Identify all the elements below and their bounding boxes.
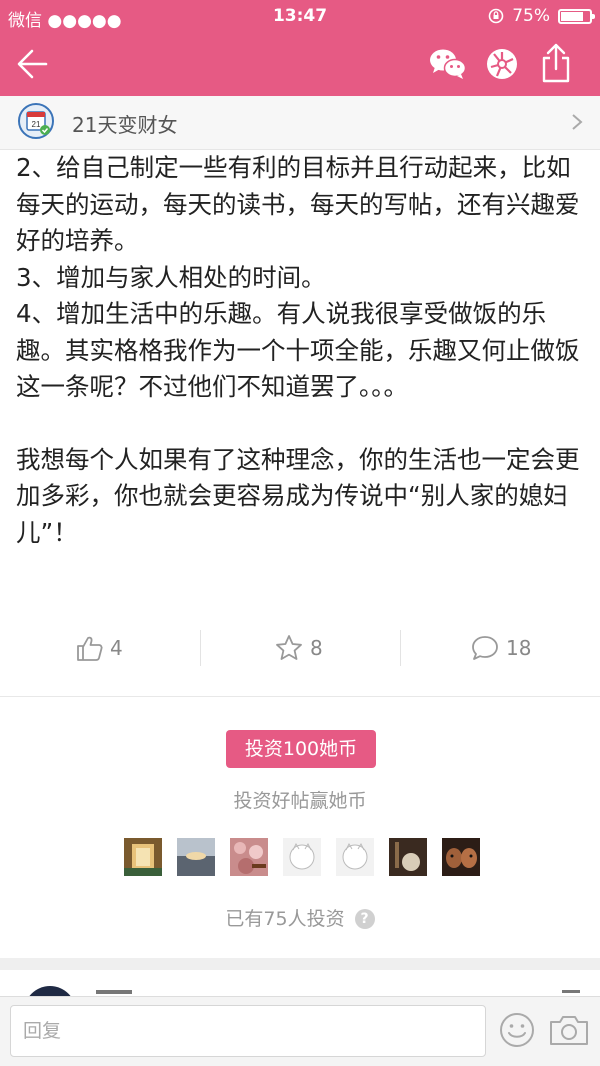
invest-count-text: 已有75人投资 bbox=[225, 908, 345, 930]
arrow-left-icon[interactable] bbox=[14, 44, 54, 84]
comment-button[interactable]: 18 bbox=[470, 622, 531, 674]
comment-count: 18 bbox=[506, 636, 532, 660]
nav-bar bbox=[0, 32, 600, 96]
investor-avatar[interactable] bbox=[283, 838, 321, 876]
divider bbox=[400, 630, 401, 666]
battery-percent: 75% bbox=[512, 6, 550, 26]
paragraph: 我想每个人如果有了这种理念，你的生活也一定会更加多彩，你也就会更容易成为传说中“… bbox=[16, 444, 580, 547]
like-button[interactable]: 4 bbox=[74, 622, 123, 674]
wechat-icon[interactable] bbox=[428, 46, 468, 82]
speech-bubble-icon bbox=[472, 636, 498, 660]
section-separator bbox=[0, 958, 600, 970]
calendar-day: 21 bbox=[32, 120, 41, 129]
rotation-lock-icon bbox=[488, 8, 504, 24]
camera-icon[interactable] bbox=[548, 1013, 590, 1047]
status-bar: 微信 ●●●●● 13:47 75% bbox=[0, 0, 600, 32]
share-icon[interactable] bbox=[538, 42, 574, 84]
paragraph: 3、增加与家人相处的时间。 bbox=[16, 262, 326, 292]
investor-avatar[interactable] bbox=[336, 838, 374, 876]
investor-avatars bbox=[124, 838, 484, 878]
thumbs-up-icon bbox=[77, 636, 103, 661]
header: 微信 ●●●●● 13:47 75% bbox=[0, 0, 600, 96]
like-count: 4 bbox=[110, 636, 123, 660]
calendar-icon: 21 bbox=[18, 103, 54, 139]
forum-source-bar[interactable]: 21 21天变财女 bbox=[0, 96, 600, 150]
help-icon[interactable]: ? bbox=[354, 909, 375, 929]
paragraph: 2、给自己制定一些有利的目标并且行动起来，比如每天的运动，每天的读书，每天的写帖… bbox=[16, 153, 580, 255]
emoji-icon[interactable] bbox=[498, 1011, 536, 1049]
investor-avatar[interactable] bbox=[230, 838, 268, 876]
chevron-right-icon bbox=[572, 114, 583, 130]
moments-icon[interactable] bbox=[484, 46, 520, 82]
article-body: 2、给自己制定一些有利的目标并且行动起来，比如每天的运动，每天的读书，每天的写帖… bbox=[16, 150, 586, 551]
investor-avatar[interactable] bbox=[442, 838, 480, 876]
investor-avatar[interactable] bbox=[389, 838, 427, 876]
invest-count: 已有75人投资? bbox=[0, 904, 600, 931]
commenter-name-partial bbox=[96, 990, 132, 994]
reply-bar: 回复 bbox=[0, 996, 600, 1066]
next-comment-peek bbox=[0, 970, 600, 996]
invest-button[interactable]: 投资100她币 bbox=[226, 730, 376, 768]
paragraph: 4、增加生活中的乐趣。有人说我很享受做饭的乐趣。其实格格我作为一个十项全能，乐趣… bbox=[16, 299, 580, 401]
divider bbox=[200, 630, 201, 666]
action-row: 4 8 18 bbox=[0, 622, 600, 674]
favorite-count: 8 bbox=[310, 636, 323, 660]
investor-avatar[interactable] bbox=[124, 838, 162, 876]
floor-label-partial bbox=[562, 990, 580, 993]
invest-tip: 投资好帖赢她币 bbox=[233, 790, 367, 812]
favorite-button[interactable]: 8 bbox=[274, 622, 323, 674]
investor-avatar[interactable] bbox=[177, 838, 215, 876]
post-detail-screen: 微信 ●●●●● 13:47 75% 21 21天变财女 2、给自己制定一些有利… bbox=[0, 0, 600, 1066]
reply-input[interactable]: 回复 bbox=[10, 1005, 486, 1057]
forum-name: 21天变财女 bbox=[72, 113, 178, 137]
clock: 13:47 bbox=[272, 6, 328, 26]
battery-icon bbox=[558, 9, 595, 24]
avatar[interactable] bbox=[24, 986, 76, 996]
star-icon bbox=[276, 635, 302, 660]
divider bbox=[0, 696, 600, 697]
